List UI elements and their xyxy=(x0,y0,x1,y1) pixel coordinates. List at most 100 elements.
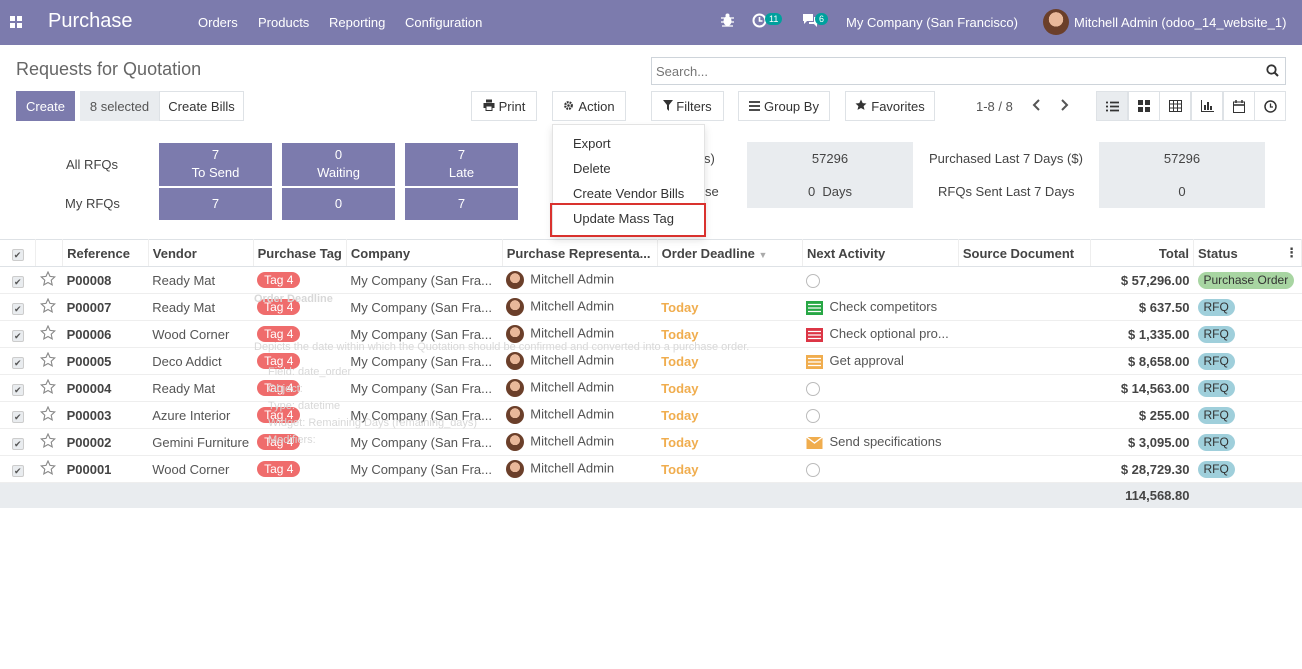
tile-late-all[interactable]: 7 Late xyxy=(405,143,518,186)
kanban-view-icon[interactable] xyxy=(1128,91,1160,121)
cell-next-activity[interactable] xyxy=(802,455,959,483)
create-bills-button[interactable]: Create Bills xyxy=(159,91,244,121)
table-row[interactable]: ✔ P00004 Ready Mat Tag 4 My Company (San… xyxy=(0,374,1302,402)
optional-columns-icon[interactable]: ⋮ xyxy=(1285,245,1298,261)
cell-purchase-tag: Tag 4 xyxy=(253,428,347,456)
tile-waiting-mine[interactable]: 0 xyxy=(282,188,395,220)
column-status[interactable]: Status ⋮ xyxy=(1193,239,1302,267)
user-avatar[interactable] xyxy=(1043,9,1069,35)
graph-view-icon[interactable] xyxy=(1191,91,1223,121)
column-order-deadline[interactable]: Order Deadline ▼ xyxy=(657,239,803,267)
avatar xyxy=(506,271,525,289)
table-row[interactable]: ✔ P00008 Ready Mat Tag 4 My Company (San… xyxy=(0,266,1302,294)
status-badge: Purchase Order xyxy=(1197,271,1295,289)
star-icon[interactable] xyxy=(35,428,63,456)
row-checkbox[interactable]: ✔ xyxy=(0,428,36,456)
clock-icon[interactable] xyxy=(806,407,821,423)
table-row[interactable]: ✔ P00002 Gemini Furniture Tag 4 My Compa… xyxy=(0,428,1302,456)
cell-vendor: Wood Corner xyxy=(148,455,254,483)
column-total[interactable]: Total xyxy=(1090,239,1195,267)
column-reference[interactable]: Reference xyxy=(62,239,149,267)
clock-icon[interactable] xyxy=(806,272,821,288)
column-source-document[interactable]: Source Document xyxy=(958,239,1091,267)
star-icon[interactable] xyxy=(35,374,63,402)
row-checkbox[interactable]: ✔ xyxy=(0,374,36,402)
cell-next-activity[interactable] xyxy=(802,401,959,429)
table-row[interactable]: ✔ P00001 Wood Corner Tag 4 My Company (S… xyxy=(0,455,1302,483)
row-checkbox[interactable]: ✔ xyxy=(0,455,36,483)
app-name[interactable]: Purchase xyxy=(48,10,133,33)
search-icon[interactable] xyxy=(1266,64,1279,80)
create-button[interactable]: Create xyxy=(16,91,75,121)
company-switcher[interactable]: My Company (San Francisco) xyxy=(846,15,1018,30)
activity-view-icon[interactable] xyxy=(1254,91,1286,121)
tasks-icon[interactable] xyxy=(806,299,829,315)
user-menu[interactable]: Mitchell Admin (odoo_14_website_1) xyxy=(1074,15,1286,30)
star-icon[interactable] xyxy=(35,293,63,321)
cell-company: My Company (San Fra... xyxy=(346,266,503,294)
star-icon[interactable] xyxy=(35,401,63,429)
filters-button[interactable]: Filters xyxy=(651,91,724,121)
cell-next-activity[interactable]: Check competitors xyxy=(802,293,959,321)
cell-next-activity[interactable]: Check optional pro... xyxy=(802,320,959,348)
menu-item-create-vendor-bills[interactable]: Create Vendor Bills xyxy=(573,186,684,201)
star-icon[interactable] xyxy=(35,455,63,483)
cell-next-activity[interactable] xyxy=(802,266,959,294)
column-purchase-representative[interactable]: Purchase Representa... xyxy=(502,239,658,267)
star-icon[interactable] xyxy=(35,347,63,375)
favorites-button[interactable]: Favorites xyxy=(845,91,935,121)
tile-to-send-mine[interactable]: 7 xyxy=(159,188,272,220)
clock-icon[interactable] xyxy=(806,461,821,477)
clock-icon[interactable] xyxy=(806,380,821,396)
select-all-checkbox[interactable]: ✔ xyxy=(0,239,37,267)
row-checkbox[interactable]: ✔ xyxy=(0,347,36,375)
calendar-view-icon[interactable] xyxy=(1223,91,1255,121)
column-vendor[interactable]: Vendor xyxy=(148,239,254,267)
menu-configuration[interactable]: Configuration xyxy=(405,15,482,30)
tasks-icon[interactable] xyxy=(806,326,829,342)
tile-late-mine[interactable]: 7 xyxy=(405,188,518,220)
menu-reporting[interactable]: Reporting xyxy=(329,15,385,30)
envelope-icon[interactable] xyxy=(806,434,829,449)
column-purchase-tag[interactable]: Purchase Tag xyxy=(253,239,347,267)
row-checkbox[interactable]: ✔ xyxy=(0,401,36,429)
list-view-icon[interactable] xyxy=(1096,91,1128,121)
search-input[interactable] xyxy=(652,58,1252,84)
table-row[interactable]: ✔ P00007 Ready Mat Tag 4 My Company (San… xyxy=(0,293,1302,321)
message-count-badge: 6 xyxy=(815,13,829,25)
pivot-view-icon[interactable] xyxy=(1159,91,1191,121)
rep-name: Mitchell Admin xyxy=(530,352,615,368)
tile-to-send-all[interactable]: 7 To Send xyxy=(159,143,272,186)
tasks-icon[interactable] xyxy=(806,353,829,369)
group-by-button[interactable]: Group By xyxy=(738,91,830,121)
table-row[interactable]: ✔ P00005 Deco Addict Tag 4 My Company (S… xyxy=(0,347,1302,375)
menu-item-delete[interactable]: Delete xyxy=(573,161,611,176)
pager-value[interactable]: 1-8 / 8 xyxy=(976,99,1013,114)
star-icon[interactable] xyxy=(35,320,63,348)
print-button[interactable]: Print xyxy=(471,91,537,121)
pager-next-icon[interactable] xyxy=(1060,99,1069,114)
row-checkbox[interactable]: ✔ xyxy=(0,266,36,294)
star-icon[interactable] xyxy=(35,266,63,294)
action-button[interactable]: Action xyxy=(552,91,626,121)
tile-waiting-all[interactable]: 0 Waiting xyxy=(282,143,395,186)
apps-menu-icon[interactable] xyxy=(10,16,22,28)
menu-orders[interactable]: Orders xyxy=(198,15,238,30)
table-row[interactable]: ✔ P00006 Wood Corner Tag 4 My Company (S… xyxy=(0,320,1302,348)
column-next-activity[interactable]: Next Activity xyxy=(802,239,959,267)
table-row[interactable]: ✔ P00003 Azure Interior Tag 4 My Company… xyxy=(0,401,1302,429)
search-box xyxy=(651,57,1286,85)
menu-item-export[interactable]: Export xyxy=(573,136,611,151)
pager-previous-icon[interactable] xyxy=(1032,99,1041,114)
tile-value: 0 xyxy=(334,147,343,162)
cell-next-activity[interactable] xyxy=(802,374,959,402)
cell-next-activity[interactable]: Get approval xyxy=(802,347,959,375)
menu-products[interactable]: Products xyxy=(258,15,309,30)
row-checkbox[interactable]: ✔ xyxy=(0,320,36,348)
bug-icon[interactable] xyxy=(721,12,734,31)
column-company[interactable]: Company xyxy=(346,239,503,267)
row-checkbox[interactable]: ✔ xyxy=(0,293,36,321)
action-label: Action xyxy=(578,98,615,114)
all-rfqs-label: All RFQs xyxy=(66,157,118,172)
cell-next-activity[interactable]: Send specifications xyxy=(802,428,959,456)
